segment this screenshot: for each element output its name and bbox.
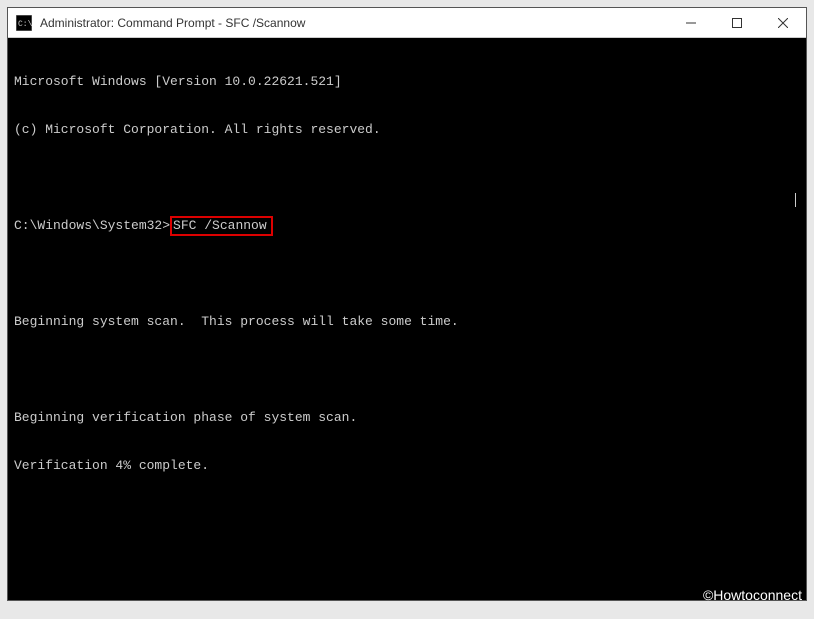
output-line: Beginning verification phase of system s… (14, 410, 800, 426)
window-controls (668, 8, 806, 37)
prompt-path: C:\Windows\System32> (14, 218, 170, 234)
close-button[interactable] (760, 8, 806, 37)
app-icon: C:\ (16, 15, 32, 31)
blank-line (14, 170, 800, 186)
output-line: Beginning system scan. This process will… (14, 314, 800, 330)
blank-line (14, 266, 800, 282)
watermark: ©Howtoconnect (703, 587, 802, 603)
prompt-line: C:\Windows\System32>SFC /Scannow (14, 218, 800, 234)
blank-line (14, 362, 800, 378)
titlebar[interactable]: C:\ Administrator: Command Prompt - SFC … (8, 8, 806, 38)
command-text: SFC /Scannow (173, 218, 267, 233)
text-cursor (795, 193, 796, 207)
command-highlight: SFC /Scannow (170, 216, 273, 236)
window-title: Administrator: Command Prompt - SFC /Sca… (40, 16, 668, 30)
minimize-button[interactable] (668, 8, 714, 37)
output-line: Verification 4% complete. (14, 458, 800, 474)
output-line: (c) Microsoft Corporation. All rights re… (14, 122, 800, 138)
command-prompt-window: C:\ Administrator: Command Prompt - SFC … (7, 7, 807, 601)
terminal-output[interactable]: Microsoft Windows [Version 10.0.22621.52… (8, 38, 806, 600)
output-line: Microsoft Windows [Version 10.0.22621.52… (14, 74, 800, 90)
maximize-button[interactable] (714, 8, 760, 37)
svg-text:C:\: C:\ (18, 20, 32, 29)
